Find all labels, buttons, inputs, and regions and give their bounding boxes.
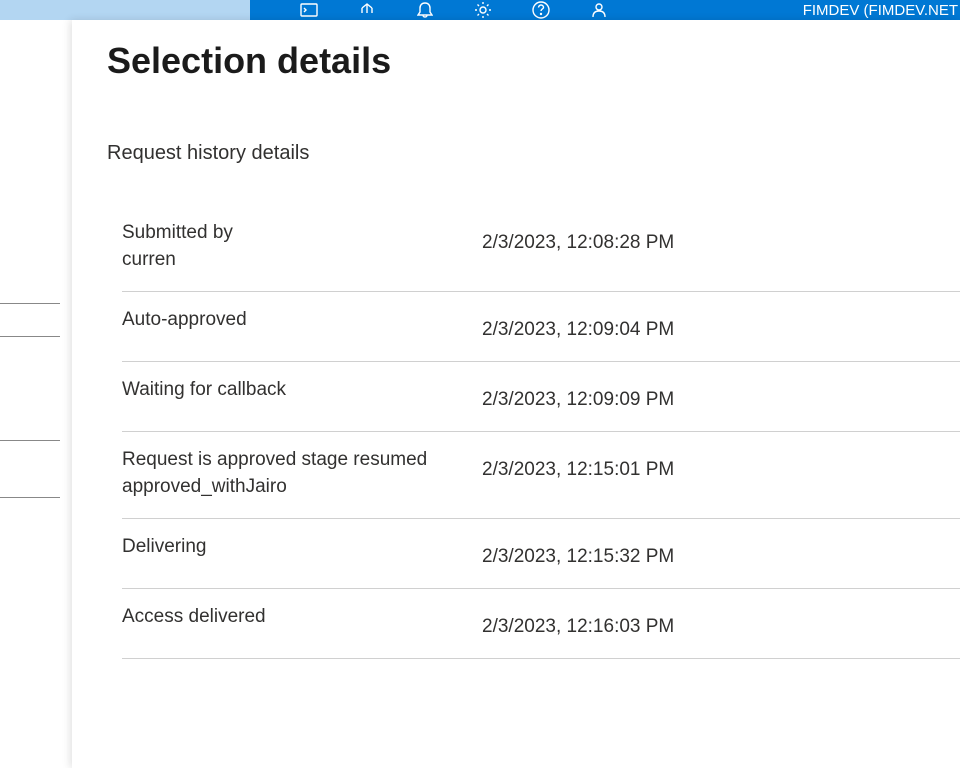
history-row-left: Submitted by curren [122,220,482,273]
history-status: Access delivered [122,604,482,631]
history-row: Auto-approved 2/3/2023, 12:09:04 PM [122,292,960,362]
history-timestamp: 2/3/2023, 12:15:01 PM [482,447,674,481]
history-timestamp: 2/3/2023, 12:16:03 PM [482,604,674,638]
sidebar-divider [0,303,60,304]
history-subtext: curren [122,247,482,274]
history-status: Delivering [122,534,482,561]
notifications-icon[interactable] [416,1,434,19]
sidebar-divider [0,497,60,498]
history-timestamp: 2/3/2023, 12:15:32 PM [482,534,674,568]
history-row-left: Waiting for callback [122,377,482,404]
sidebar-divider [0,440,60,441]
history-status: Auto-approved [122,307,482,334]
history-timestamp: 2/3/2023, 12:09:04 PM [482,307,674,341]
top-bar: FIMDEV (FIMDEV.NET [0,0,960,20]
active-tab[interactable] [0,0,250,20]
history-row-left: Auto-approved [122,307,482,334]
history-row-left: Request is approved stage resumed approv… [122,447,482,500]
page-title: Selection details [107,40,960,82]
history-row-left: Access delivered [122,604,482,631]
directory-icon[interactable] [358,1,376,19]
history-row: Access delivered 2/3/2023, 12:16:03 PM [122,589,960,659]
settings-icon[interactable] [474,1,492,19]
history-status: Request is approved stage resumed [122,447,482,474]
sidebar-divider [0,336,60,337]
help-icon[interactable] [532,1,550,19]
history-timestamp: 2/3/2023, 12:08:28 PM [482,220,674,254]
history-row-left: Delivering [122,534,482,561]
left-sidebar [0,20,72,768]
history-subtext: approved_withJairo [122,474,482,501]
cloud-shell-icon[interactable] [300,1,318,19]
feedback-icon[interactable] [590,1,608,19]
history-row: Delivering 2/3/2023, 12:15:32 PM [122,519,960,589]
history-row: Waiting for callback 2/3/2023, 12:09:09 … [122,362,960,432]
tenant-label[interactable]: FIMDEV (FIMDEV.NET [803,2,960,19]
section-heading: Request history details [107,142,960,165]
history-status: Waiting for callback [122,377,482,404]
history-row: Request is approved stage resumed approv… [122,432,960,519]
history-status: Submitted by [122,220,482,247]
history-row: Submitted by curren 2/3/2023, 12:08:28 P… [122,205,960,292]
history-timestamp: 2/3/2023, 12:09:09 PM [482,377,674,411]
top-icons-group [300,1,608,19]
history-list: Submitted by curren 2/3/2023, 12:08:28 P… [122,205,960,659]
top-bar-left [0,0,608,20]
details-panel: Selection details Request history detail… [72,20,960,768]
